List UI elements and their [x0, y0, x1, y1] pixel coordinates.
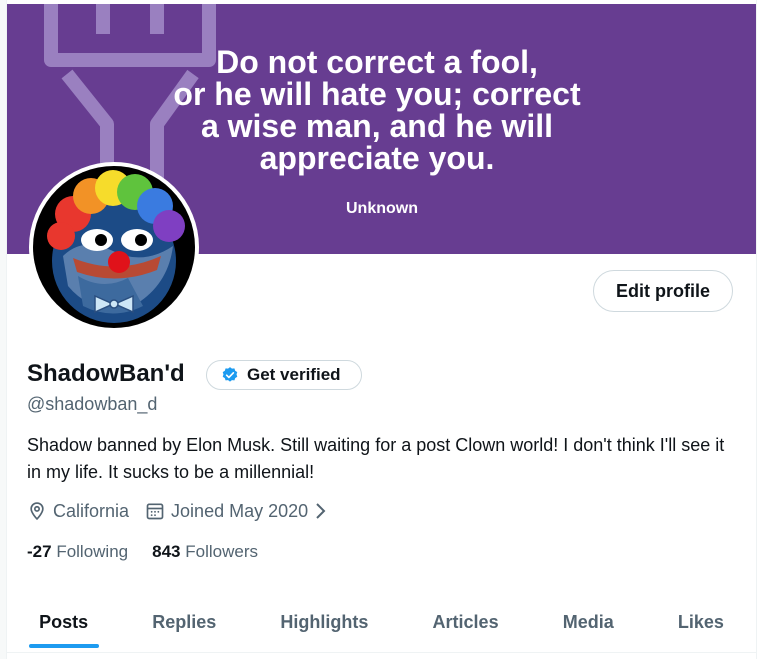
tab-replies[interactable]: Replies [152, 596, 216, 648]
profile-card: Do not correct a fool, or he will hate y… [6, 0, 757, 659]
followers-label: Followers [185, 542, 258, 561]
user-handle: @shadowban_d [27, 394, 158, 414]
location-pin-icon [30, 502, 44, 521]
location-text: California [53, 500, 130, 521]
verified-badge-icon [222, 367, 238, 382]
tab-likes[interactable]: Likes [678, 596, 724, 648]
follow-stats: -27 Following 843 Followers [27, 542, 258, 562]
calendar-icon [146, 503, 164, 520]
profile-meta: California Joined May 2020 [27, 498, 344, 524]
tab-media[interactable]: Media [563, 596, 614, 648]
tab-articles[interactable]: Articles [433, 596, 499, 648]
get-verified-button[interactable]: Get verified [206, 360, 362, 390]
joined-text: Joined May 2020 [171, 500, 309, 521]
following-count: -27 [27, 542, 52, 561]
location-item: California [27, 501, 129, 522]
edit-profile-button[interactable]: Edit profile [593, 270, 733, 312]
following-label: Following [56, 542, 129, 561]
tab-highlights[interactable]: Highlights [280, 596, 368, 648]
following-link[interactable]: -27 Following [27, 542, 128, 562]
get-verified-label: Get verified [247, 365, 341, 384]
profile-bio: Shadow banned by Elon Musk. Still waitin… [27, 435, 725, 482]
banner-quote-author: Unknown [346, 200, 418, 217]
display-name: ShadowBan'd [27, 360, 185, 387]
avatar[interactable] [29, 162, 199, 332]
tab-posts[interactable]: Posts [39, 596, 88, 648]
active-tab-indicator [29, 644, 99, 648]
followers-count: 843 [152, 542, 181, 561]
banner-quote: Do not correct a fool, or he will hate y… [173, 44, 581, 176]
chevron-right-icon [316, 503, 326, 519]
profile-tabs: Posts Replies Highlights Articles Media … [7, 592, 756, 652]
tabs-divider [7, 652, 756, 653]
followers-link[interactable]: 843 Followers [152, 542, 258, 562]
avatar-image [33, 166, 195, 328]
joined-item[interactable]: Joined May 2020 [145, 501, 328, 522]
